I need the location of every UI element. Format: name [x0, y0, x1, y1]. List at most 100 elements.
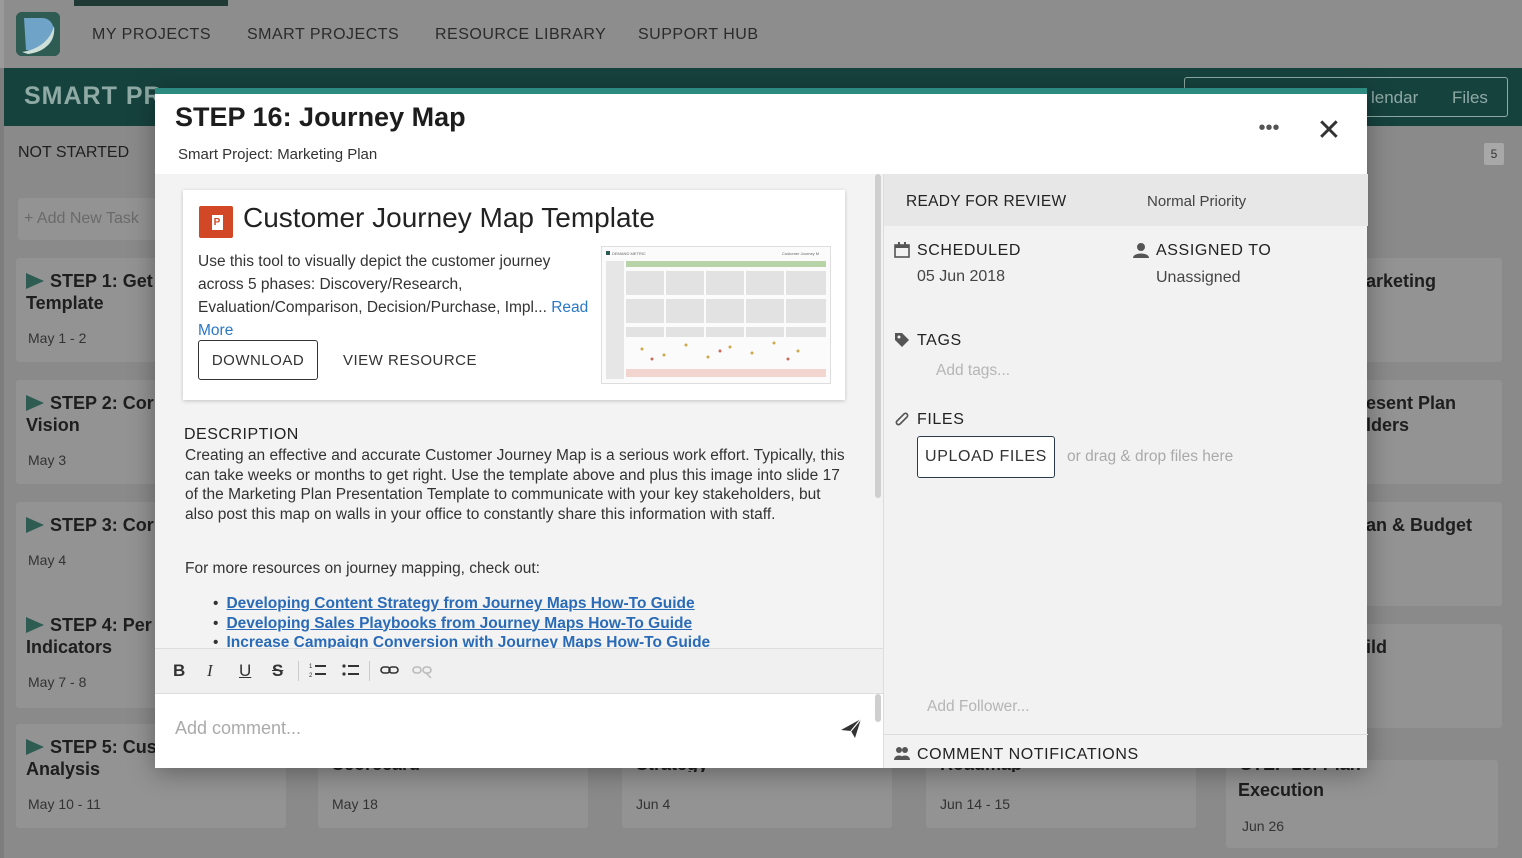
resource-thumbnail[interactable]: DEMAND METRIC Customer Journey M	[601, 246, 831, 384]
assignee-value[interactable]: Unassigned	[1156, 269, 1241, 287]
send-icon[interactable]	[839, 716, 865, 742]
add-follower-input[interactable]: Add Follower...	[927, 698, 1030, 716]
comment-toolbar: B I U S 12	[155, 648, 883, 694]
calendar-icon	[894, 242, 910, 258]
link-icon[interactable]	[380, 661, 400, 684]
list-item: Increase Campaign Conversion with Journe…	[213, 633, 710, 648]
bold-button[interactable]: B	[173, 661, 185, 681]
task-card[interactable]: arketing	[1344, 258, 1502, 362]
task-title: STEP 5: Cus	[50, 737, 157, 757]
column-header: NOT STARTED	[18, 144, 130, 161]
task-title: an & Budget	[1366, 515, 1472, 535]
italic-button[interactable]: I	[207, 661, 213, 681]
strikethrough-button[interactable]: S	[272, 661, 283, 681]
comment-input[interactable]	[175, 714, 815, 742]
status-dropdown[interactable]: READY FOR REVIEW	[906, 193, 1066, 211]
modal-subtitle: Smart Project: Marketing Plan	[178, 146, 378, 163]
task-date: May 10 - 11	[28, 796, 101, 812]
comment-notifications-label: COMMENT NOTIFICATIONS	[917, 746, 1139, 763]
description-text: Creating an effective and accurate Custo…	[185, 447, 845, 523]
nav-smart-projects[interactable]: SMART PROJECTS	[247, 26, 399, 44]
thumb-title: Customer Journey M	[782, 251, 819, 256]
toolbar-divider	[369, 661, 370, 681]
task-date: Jun 26	[1242, 818, 1285, 834]
journey-map-preview-image: DEMAND METRIC Customer Journey M	[602, 247, 830, 383]
status-bar: READY FOR REVIEW Normal Priority	[884, 174, 1368, 226]
task-title: STEP 3: Cor	[50, 515, 154, 535]
nav-resource-library[interactable]: RESOURCE LIBRARY	[435, 26, 606, 44]
task-card[interactable]: Roadmap Jun 14 - 15	[926, 760, 1196, 828]
svg-text:1: 1	[309, 664, 313, 670]
download-button[interactable]: DOWNLOAD	[198, 340, 318, 380]
step-flag-icon	[26, 739, 44, 755]
modal-header: STEP 16: Journey Map Smart Project: Mark…	[155, 94, 1367, 174]
task-date: May 18	[332, 796, 378, 812]
resource-links: Developing Content Strategy from Journey…	[213, 594, 710, 648]
underline-button[interactable]: U	[239, 661, 251, 681]
task-date: Jun 14 - 15	[940, 796, 1011, 812]
section-divider	[884, 734, 1368, 735]
modal-title: STEP 16: Journey Map	[175, 102, 466, 132]
task-title-line2: Execution	[1238, 780, 1325, 800]
task-card[interactable]: esent Plan lders	[1344, 380, 1502, 484]
drag-drop-hint: or drag & drop files here	[1067, 448, 1234, 465]
tab-files[interactable]: Files	[1452, 88, 1488, 108]
list-item: Developing Content Strategy from Journey…	[213, 594, 710, 614]
scheduled-label: SCHEDULED	[917, 242, 1022, 259]
view-resource-button[interactable]: VIEW RESOURCE	[343, 352, 477, 369]
step-flag-icon	[26, 617, 44, 633]
comment-area	[155, 694, 883, 768]
task-title-line2: Template	[26, 293, 104, 313]
comment-scrollbar[interactable]	[875, 694, 881, 722]
task-date: May 1 - 2	[28, 330, 87, 346]
task-title-line2: Indicators	[26, 637, 113, 657]
followers-icon	[894, 747, 910, 760]
task-title: STEP 2: Cor	[50, 393, 154, 413]
unlink-icon[interactable]	[412, 661, 432, 684]
powerpoint-icon: P	[199, 206, 233, 238]
task-card[interactable]: an & Budget	[1344, 502, 1502, 606]
task-title: STEP 1: Get	[50, 271, 153, 291]
list-item: Developing Sales Playbooks from Journey …	[213, 614, 710, 634]
content-scrollbar[interactable]	[875, 174, 881, 498]
tag-icon	[895, 333, 909, 347]
more-resources-text: For more resources on journey mapping, c…	[185, 560, 540, 577]
bullet-list-icon[interactable]	[342, 661, 360, 684]
task-title-line2: lders	[1366, 415, 1410, 435]
close-icon[interactable]: ✕	[1315, 116, 1343, 146]
task-card[interactable]: Strategy Jun 4	[622, 760, 892, 828]
task-detail-modal: STEP 16: Journey Map Smart Project: Mark…	[155, 88, 1368, 768]
toolbar-divider	[298, 661, 299, 681]
resource-link[interactable]: Increase Campaign Conversion with Journe…	[226, 634, 710, 648]
task-card[interactable]: STEP 23: Plan Execution Jun 26	[1226, 760, 1498, 848]
task-title: esent Plan	[1366, 393, 1457, 413]
upload-files-button[interactable]: UPLOAD FILES	[917, 436, 1055, 478]
task-title: arketing	[1366, 271, 1437, 291]
resource-card: P Customer Journey Map Template Use this…	[183, 190, 845, 400]
paperclip-icon	[895, 412, 909, 426]
task-title-line2: Analysis	[26, 759, 101, 779]
numbered-list-icon[interactable]: 12	[309, 661, 327, 684]
task-card[interactable]: ild	[1344, 624, 1502, 728]
task-details-pane: READY FOR REVIEW Normal Priority SCHEDUL…	[883, 174, 1368, 768]
svg-text:2: 2	[309, 673, 313, 679]
task-title: STEP 4: Per	[50, 615, 152, 635]
active-nav-indicator	[74, 0, 228, 6]
resource-link[interactable]: Developing Content Strategy from Journey…	[226, 595, 694, 612]
tab-calendar[interactable]: lendar	[1371, 88, 1418, 108]
powerpoint-icon-letter: P	[211, 215, 223, 230]
user-icon	[1133, 243, 1149, 258]
task-card[interactable]: Scorecard May 18	[318, 760, 588, 828]
task-title-line2: Vision	[26, 415, 80, 435]
resource-description-text: Use this tool to visually depict the cus…	[198, 253, 551, 316]
nav-support-hub[interactable]: SUPPORT HUB	[638, 26, 759, 44]
tags-input[interactable]: Add tags...	[936, 362, 1010, 380]
thumb-brand: DEMAND METRIC	[612, 251, 646, 256]
step-flag-icon	[26, 395, 44, 411]
resource-link[interactable]: Developing Sales Playbooks from Journey …	[226, 615, 692, 632]
more-options-icon[interactable]: •••	[1255, 118, 1283, 144]
priority-dropdown[interactable]: Normal Priority	[1147, 193, 1246, 210]
nav-my-projects[interactable]: MY PROJECTS	[92, 26, 211, 44]
scheduled-date[interactable]: 05 Jun 2018	[917, 268, 1005, 286]
app-logo[interactable]	[16, 12, 60, 56]
